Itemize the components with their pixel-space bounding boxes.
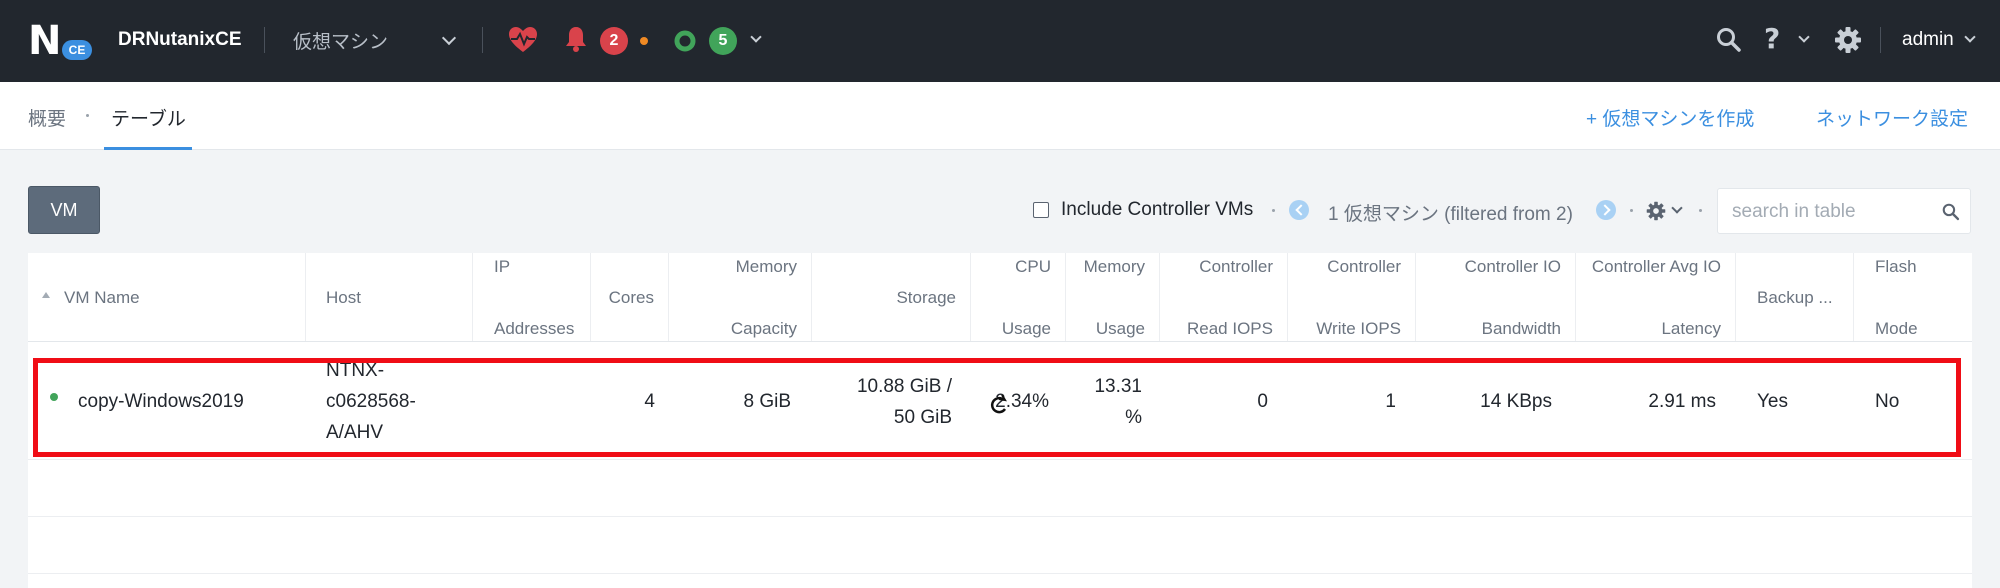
include-controller-vms-checkbox[interactable] [1033,202,1049,218]
header-text: Controller Write IOPS [1288,251,1401,344]
header-line: Controller [1199,256,1273,276]
entity-selector[interactable]: 仮想マシン [293,27,388,54]
tab-table[interactable]: テーブル [111,104,186,131]
sub-navigation: 概要 テーブル + 仮想マシンを作成 ネットワーク設定 [0,82,2000,150]
active-tab-indicator [104,147,192,150]
header-text: Flash Mode [1875,251,1972,344]
header-text: IP Addresses [494,251,590,344]
column-header-ip-addresses[interactable]: IP Addresses [473,253,591,341]
header-text: Memory Usage [1066,251,1145,344]
header-text: Controller IO Bandwidth [1416,251,1561,344]
bell-icon[interactable] [565,26,587,52]
separator-dot [1272,209,1275,212]
gear-icon[interactable] [1834,26,1862,54]
header-line: Mode [1875,318,1918,338]
column-header-flash-mode[interactable]: Flash Mode [1854,253,1972,341]
sort-ascending-icon[interactable] [42,292,50,298]
create-vm-link[interactable]: + 仮想マシンを作成 [1586,104,1754,131]
vm-count-text: 1 仮想マシン (filtered from 2) [1328,204,1573,225]
header-line: Write IOPS [1316,318,1401,338]
chevron-down-icon[interactable] [1671,202,1683,214]
column-header-controller-write-iops[interactable]: Controller Write IOPS [1288,253,1416,341]
header-text: Memory Capacity [669,251,797,344]
chevron-down-icon[interactable] [1964,31,1976,43]
row-divider [28,516,1972,517]
column-header-memory-usage[interactable]: Memory Usage [1066,253,1160,341]
alerts-count-badge[interactable]: 2 [600,27,628,55]
header-line: Memory [735,256,797,276]
header-text: Controller Avg IO Latency [1576,251,1721,344]
chevron-down-icon[interactable] [1798,31,1810,43]
top-navigation-bar: N CE DRNutanixCE 仮想マシン 2 5 ? admin [0,0,2000,82]
warning-dot [640,37,648,45]
selected-row-highlight-box [33,358,1961,457]
header-line: Usage [1001,318,1051,338]
header-line: Bandwidth [1481,318,1561,338]
logo-letter: N [28,18,62,64]
header-text: Storage [896,287,956,307]
column-header-controller-avg-io-latency[interactable]: Controller Avg IO Latency [1576,253,1736,341]
header-text: CPU Usage [971,251,1051,344]
include-controller-vms-label[interactable]: Include Controller VMs [1061,199,1253,221]
divider [482,27,483,53]
header-text: Controller Read IOPS [1160,251,1273,344]
header-text: Host [326,287,361,307]
next-page-button[interactable] [1596,200,1616,220]
column-header-cpu-usage[interactable]: CPU Usage [971,253,1066,341]
tab-overview[interactable]: 概要 [28,104,66,131]
header-line: Latency [1661,318,1721,338]
column-header-controller-io-bandwidth[interactable]: Controller IO Bandwidth [1416,253,1576,341]
header-line: IP [494,256,511,276]
user-menu[interactable]: admin [1902,29,1954,51]
help-icon[interactable]: ? [1764,22,1780,55]
header-text: Cores [608,287,654,307]
header-line: Controller IO [1464,256,1561,276]
search-icon[interactable] [1942,203,1960,221]
divider [264,27,265,53]
cluster-name[interactable]: DRNutanixCE [118,29,242,51]
nutanix-logo[interactable]: N CE [28,18,92,64]
tasks-count-badge[interactable]: 5 [709,27,737,55]
separator-dot [1630,209,1633,212]
column-header-vm-name[interactable]: VM Name [28,253,306,341]
header-line: Controller Avg IO [1591,256,1721,276]
column-header-memory-capacity[interactable]: Memory Capacity [669,253,812,341]
search-icon[interactable] [1716,27,1742,53]
header-line: Addresses [494,318,575,338]
column-header-host[interactable]: Host [306,253,473,341]
header-line: Capacity [730,318,797,338]
tab-separator [86,114,89,117]
divider [1880,27,1881,53]
table-search-box[interactable] [1717,188,1971,234]
header-line: CPU [1015,256,1051,276]
row-divider [28,573,1972,574]
column-header-cores[interactable]: Cores [591,253,669,341]
header-line: Flash [1875,256,1917,276]
header-line: Memory [1083,256,1145,276]
header-line: Read IOPS [1187,318,1273,338]
chevron-down-icon[interactable] [441,30,457,46]
previous-page-button[interactable] [1289,200,1309,220]
table-search-input[interactable] [1732,199,1932,225]
row-divider [28,459,1972,460]
circle-status-icon[interactable] [673,29,697,53]
header-text: Backup ... [1757,287,1833,307]
ce-badge: CE [62,40,92,60]
column-header-storage[interactable]: Storage [812,253,971,341]
chevron-down-icon[interactable] [750,31,762,43]
heart-pulse-icon[interactable] [508,26,538,54]
vm-button[interactable]: VM [28,186,100,234]
header-line: Controller [1327,256,1401,276]
table-settings-gear-icon[interactable] [1646,201,1666,221]
header-text: VM Name [64,287,140,307]
column-header-controller-read-iops[interactable]: Controller Read IOPS [1160,253,1288,341]
header-divider [28,341,1972,342]
separator-dot [1699,209,1702,212]
header-line: Usage [1095,318,1145,338]
network-settings-link[interactable]: ネットワーク設定 [1816,104,1968,131]
column-header-backup[interactable]: Backup ... [1736,253,1854,341]
